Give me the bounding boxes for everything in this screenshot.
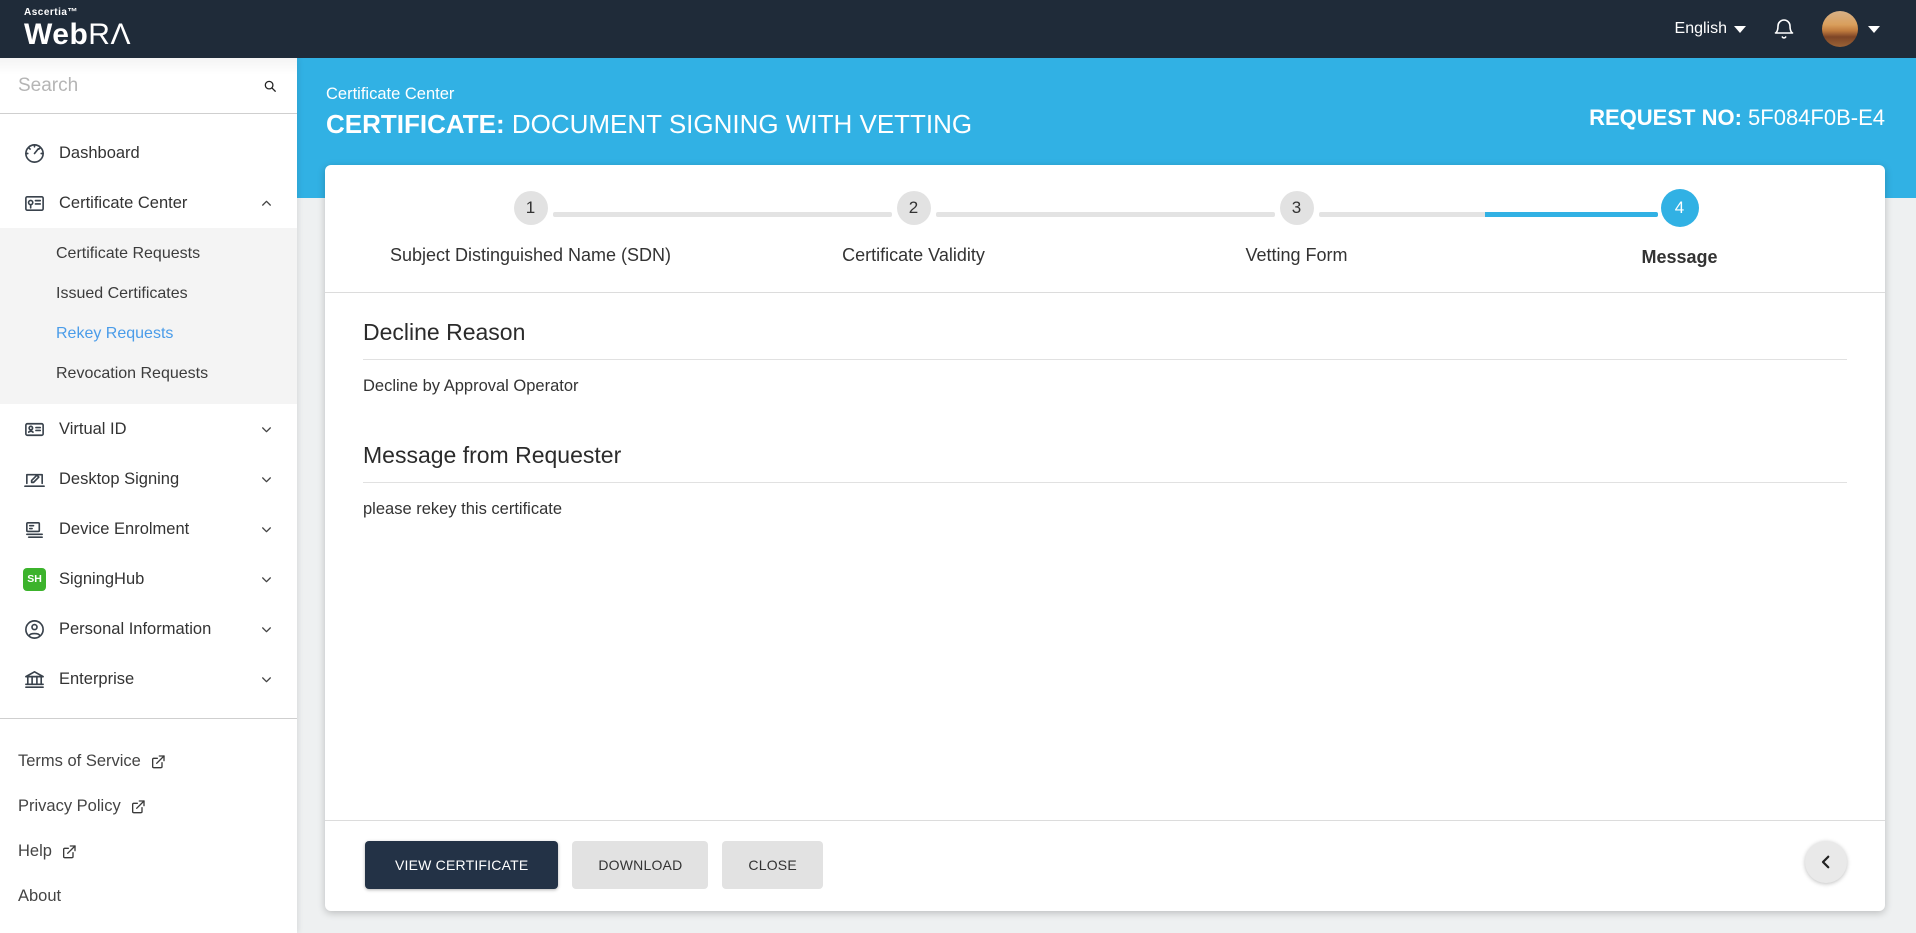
chevron-down-icon bbox=[262, 476, 271, 482]
sidebar-item-label: Personal Information bbox=[59, 619, 212, 638]
chevron-left-icon bbox=[1821, 855, 1830, 869]
close-button[interactable]: CLOSE bbox=[722, 841, 823, 889]
sidebar-item-label: Virtual ID bbox=[59, 419, 127, 438]
app-logo: Ascertia™ WebRΛ bbox=[0, 8, 131, 50]
notifications-bell-icon[interactable] bbox=[1772, 17, 1796, 41]
sidebar-item-label: Certificate Center bbox=[59, 193, 188, 212]
sidebar-subitem-issued-certificates[interactable]: Issued Certificates bbox=[0, 274, 297, 314]
sidebar-item-label: Dashboard bbox=[59, 143, 140, 162]
about-link[interactable]: About bbox=[0, 874, 297, 919]
external-link-icon bbox=[151, 754, 165, 768]
chevron-down-icon bbox=[262, 426, 271, 432]
sidebar-item-virtual-id[interactable]: Virtual ID bbox=[0, 404, 297, 454]
sidebar-item-certificate-center[interactable]: Certificate Center bbox=[0, 178, 297, 228]
sidebar-item-signinghub[interactable]: SH SigningHub bbox=[0, 554, 297, 604]
divider bbox=[363, 482, 1847, 483]
id-card-icon bbox=[25, 422, 44, 436]
chevron-down-icon bbox=[262, 676, 271, 682]
download-button[interactable]: DOWNLOAD bbox=[572, 841, 709, 889]
view-certificate-button[interactable]: VIEW CERTIFICATE bbox=[365, 841, 559, 889]
sidebar-item-label: SigningHub bbox=[59, 569, 145, 588]
sidebar-item-enterprise[interactable]: Enterprise bbox=[0, 654, 297, 704]
step-3-vetting-form[interactable]: 3 Vetting Form bbox=[935, 191, 1488, 268]
user-menu[interactable] bbox=[1822, 11, 1880, 47]
sidebar-item-label: Device Enrolment bbox=[59, 519, 190, 538]
message-from-requester-section: Message from Requester please rekey this… bbox=[363, 442, 1847, 519]
dashboard-gauge-icon bbox=[25, 143, 44, 163]
divider bbox=[363, 359, 1847, 360]
step-circle: 1 bbox=[513, 191, 548, 225]
step-1-sdn[interactable]: 1 Subject Distinguished Name (SDN) bbox=[339, 191, 722, 268]
step-circle: 2 bbox=[896, 191, 931, 225]
footer-link-label: Terms of Service bbox=[18, 752, 141, 770]
chevron-down-icon bbox=[262, 626, 271, 632]
decline-reason-text: Decline by Approval Operator bbox=[363, 377, 579, 395]
bank-icon bbox=[25, 670, 44, 688]
sidebar-subitem-revocation-requests[interactable]: Revocation Requests bbox=[0, 354, 297, 394]
external-link-icon bbox=[131, 799, 145, 813]
chevron-down-icon bbox=[262, 526, 271, 532]
step-label: Subject Distinguished Name (SDN) bbox=[389, 245, 672, 265]
sidebar-item-label: Desktop Signing bbox=[59, 469, 180, 488]
certificate-card: 1 Subject Distinguished Name (SDN) 2 Cer… bbox=[325, 165, 1885, 911]
card-footer: VIEW CERTIFICATE DOWNLOAD CLOSE bbox=[325, 820, 1885, 911]
chevron-down-icon bbox=[262, 576, 271, 582]
search-icon[interactable] bbox=[263, 76, 277, 96]
section-heading: Message from Requester bbox=[363, 442, 622, 468]
signinghub-icon: SH bbox=[23, 567, 46, 591]
device-icon bbox=[26, 521, 43, 538]
step-2-certificate-validity[interactable]: 2 Certificate Validity bbox=[552, 191, 1105, 268]
sidebar-item-personal-information[interactable]: Personal Information bbox=[0, 604, 297, 654]
page-title: CERTIFICATE: DOCUMENT SIGNING WITH VETTI… bbox=[326, 109, 973, 139]
request-number: REQUEST NO: 5F084F0B-E4 bbox=[1589, 105, 1885, 130]
help-link[interactable]: Help bbox=[0, 829, 297, 874]
step-circle: 4 bbox=[1660, 189, 1699, 227]
certificate-icon bbox=[25, 195, 44, 211]
avatar bbox=[1822, 11, 1858, 47]
chevron-down-icon bbox=[1734, 25, 1746, 33]
breadcrumb: Certificate Center bbox=[326, 85, 455, 103]
step-label: Certificate Validity bbox=[842, 245, 985, 265]
person-circle-icon bbox=[25, 619, 44, 639]
step-label: Message bbox=[1641, 247, 1718, 267]
sidebar-subitem-rekey-requests[interactable]: Rekey Requests bbox=[0, 314, 297, 354]
sidebar-item-label: Enterprise bbox=[59, 669, 135, 688]
footer-link-label: About bbox=[18, 887, 62, 905]
brand-ascertia-label: Ascertia™ bbox=[24, 7, 78, 18]
collapse-panel-button[interactable] bbox=[1805, 841, 1847, 883]
sidebar-item-device-enrolment[interactable]: Device Enrolment bbox=[0, 504, 297, 554]
desktop-pen-icon bbox=[24, 473, 45, 487]
topbar: Ascertia™ WebRΛ English bbox=[0, 0, 1916, 58]
brand-webra-label: WebRΛ bbox=[24, 18, 132, 51]
requester-message-text: please rekey this certificate bbox=[363, 500, 563, 518]
wizard-stepper: 1 Subject Distinguished Name (SDN) 2 Cer… bbox=[325, 165, 1885, 293]
privacy-policy-link[interactable]: Privacy Policy bbox=[0, 784, 297, 829]
sidebar-subitem-certificate-requests[interactable]: Certificate Requests bbox=[0, 234, 297, 274]
external-link-icon bbox=[62, 844, 76, 858]
footer-link-label: Privacy Policy bbox=[18, 797, 121, 815]
sidebar-search bbox=[0, 58, 297, 114]
chevron-up-icon bbox=[262, 200, 271, 206]
step-label: Vetting Form bbox=[1245, 245, 1348, 265]
step-circle: 3 bbox=[1279, 191, 1314, 225]
main-content: Certificate Center CERTIFICATE: DOCUMENT… bbox=[297, 58, 1916, 933]
certificate-center-submenu: Certificate Requests Issued Certificates… bbox=[0, 228, 297, 404]
footer-link-label: Help bbox=[18, 842, 52, 860]
search-input[interactable] bbox=[18, 74, 263, 97]
step-4-message[interactable]: 4 Message bbox=[1318, 189, 1871, 268]
terms-of-service-link[interactable]: Terms of Service bbox=[0, 739, 297, 784]
sidebar-item-dashboard[interactable]: Dashboard bbox=[0, 128, 297, 178]
section-heading: Decline Reason bbox=[363, 319, 526, 345]
decline-reason-section: Decline Reason Decline by Approval Opera… bbox=[363, 319, 1847, 396]
sidebar: Dashboard Certificate Center Certificate… bbox=[0, 58, 297, 933]
language-selector[interactable]: English bbox=[1675, 20, 1746, 38]
language-label: English bbox=[1674, 20, 1727, 37]
sidebar-item-desktop-signing[interactable]: Desktop Signing bbox=[0, 454, 297, 504]
chevron-down-icon bbox=[1868, 25, 1880, 33]
